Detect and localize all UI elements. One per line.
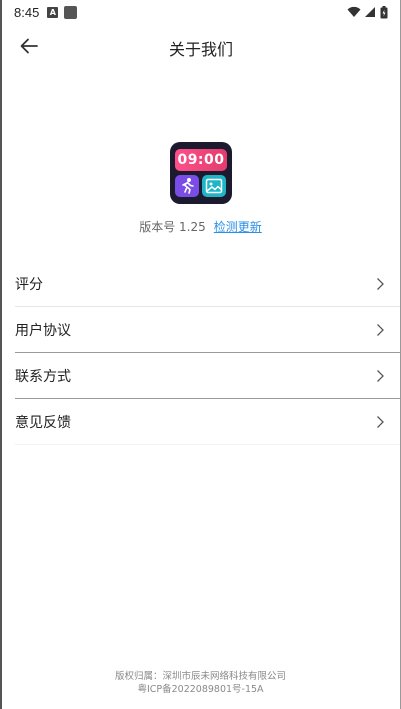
battery-icon <box>380 5 388 18</box>
image-icon <box>202 175 226 197</box>
running-icon <box>175 175 199 197</box>
app-logo: 09:00 <box>170 142 232 204</box>
copyright-text: 版权归属：深圳市辰未网络科技有限公司 <box>114 671 286 682</box>
wifi-icon <box>347 6 361 17</box>
notification-square-icon <box>64 5 78 19</box>
version-text: 版本号 1.25 <box>139 220 206 234</box>
status-bar: 8:45 A <box>2 0 400 24</box>
menu-item-label: 意见反馈 <box>15 414 71 431</box>
notification-a-icon: A <box>47 6 59 18</box>
menu-list: 评分 用户协议 联系方式 意见反馈 <box>15 261 400 445</box>
app-bar: 关于我们 <box>2 24 400 68</box>
status-icons <box>347 5 388 19</box>
icp-text: 粤ICP备2022089801号-15A <box>137 684 264 695</box>
menu-item-feedback[interactable]: 意见反馈 <box>15 399 400 445</box>
chevron-right-icon <box>377 416 384 428</box>
app-logo-time: 09:00 <box>175 149 227 171</box>
menu-item-label: 评分 <box>15 276 43 293</box>
menu-item-contact[interactable]: 联系方式 <box>15 353 400 399</box>
chevron-right-icon <box>377 278 384 290</box>
chevron-right-icon <box>377 324 384 336</box>
menu-item-rating[interactable]: 评分 <box>15 261 400 307</box>
left-edge <box>0 0 2 709</box>
menu-item-label: 用户协议 <box>15 322 71 339</box>
check-update-link[interactable]: 检测更新 <box>214 220 262 234</box>
footer: 版权归属：深圳市辰未网络科技有限公司 粤ICP备2022089801号-15A <box>0 670 401 696</box>
menu-item-label: 联系方式 <box>15 368 71 385</box>
status-time: 8:45 <box>14 4 40 20</box>
cell-signal-icon <box>365 6 375 17</box>
menu-item-user-agreement[interactable]: 用户协议 <box>15 307 400 353</box>
version-row: 版本号 1.25 检测更新 <box>0 218 401 235</box>
chevron-right-icon <box>377 370 384 382</box>
page-title: 关于我们 <box>168 40 233 59</box>
